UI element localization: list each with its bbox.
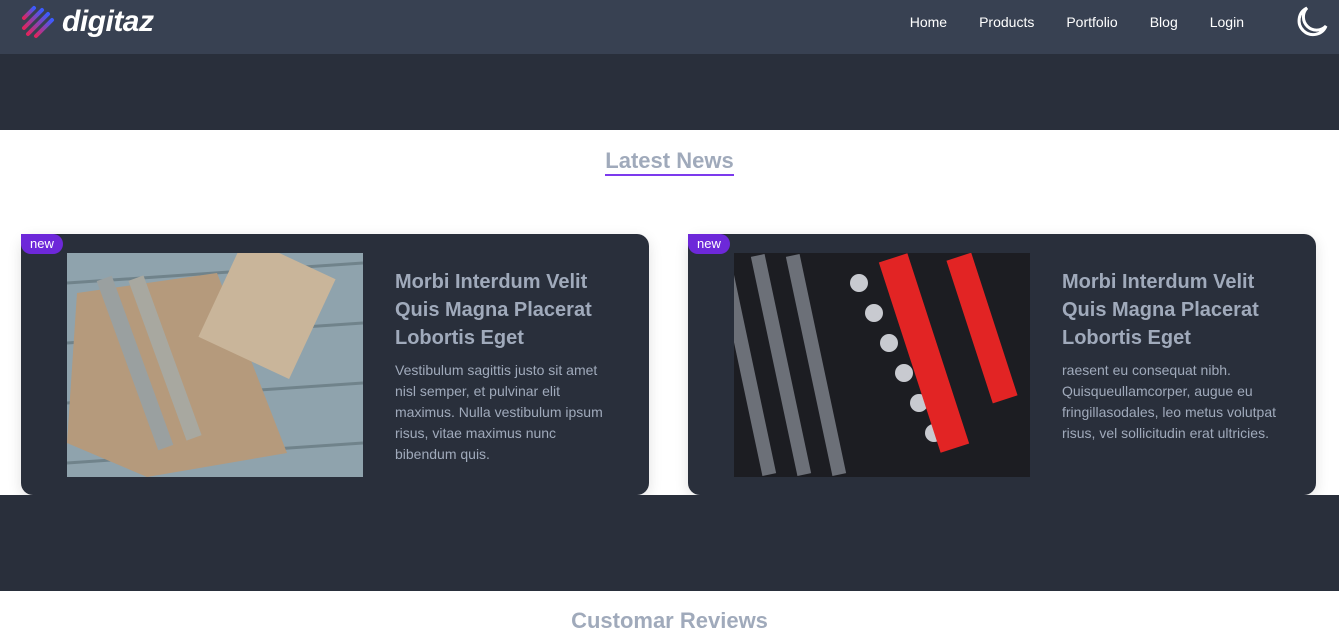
hero-band — [0, 54, 1339, 130]
section-title-reviews: Customar Reviews — [571, 608, 768, 633]
news-image-tools — [67, 253, 363, 477]
news-image-socket-set — [734, 253, 1030, 477]
news-card[interactable]: new Morbi Interdum Velit Quis Magna Plac… — [688, 234, 1316, 495]
nav-home[interactable]: Home — [910, 14, 947, 30]
news-excerpt: Vestibulum sagittis justo sit amet nisl … — [395, 362, 603, 462]
news-card[interactable]: new Morbi Interdum Velit Quis Magna Plac… — [21, 234, 649, 495]
nav-blog[interactable]: Blog — [1150, 14, 1178, 30]
news-title[interactable]: Morbi Interdum Velit Quis Magna Placerat… — [1062, 268, 1282, 352]
logo[interactable]: digitaz — [20, 4, 154, 40]
section-title-news: Latest News — [605, 148, 734, 176]
logo-mark-icon — [22, 6, 54, 38]
logo-text: digitaz — [62, 5, 154, 38]
news-title[interactable]: Morbi Interdum Velit Quis Magna Placerat… — [395, 268, 615, 352]
nav-products[interactable]: Products — [979, 14, 1034, 30]
navbar: digitaz Home Products Portfolio Blog Log… — [0, 0, 1339, 54]
dark-band — [0, 495, 1339, 591]
new-badge: new — [688, 234, 730, 254]
new-badge: new — [21, 234, 63, 254]
nav-login[interactable]: Login — [1210, 14, 1244, 30]
nav-portfolio[interactable]: Portfolio — [1066, 14, 1117, 30]
moon-icon[interactable] — [1293, 4, 1329, 40]
news-excerpt: raesent eu consequat nibh. Quisqueullamc… — [1062, 362, 1277, 441]
